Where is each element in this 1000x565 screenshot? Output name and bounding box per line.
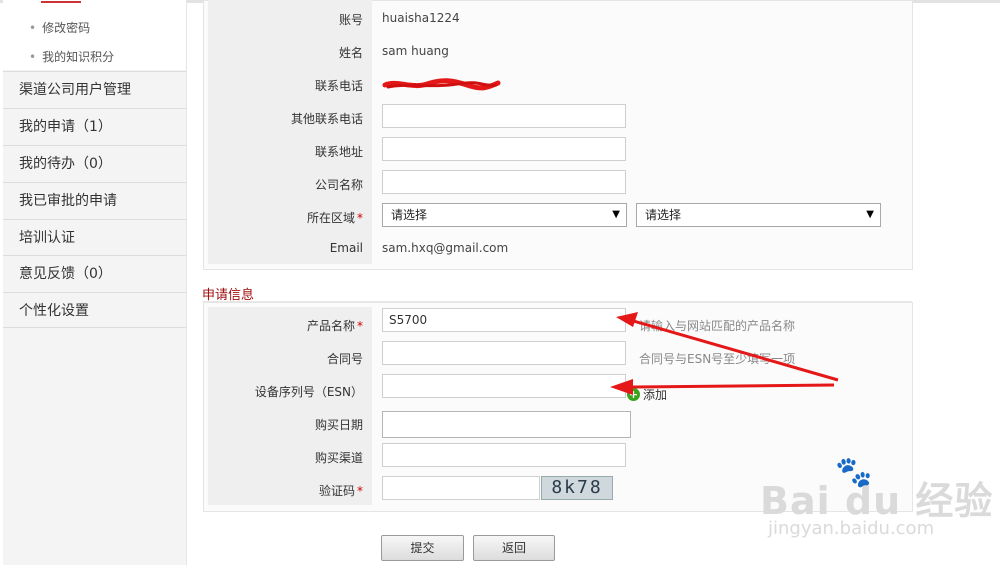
email-label: Email: [329, 241, 363, 255]
region-select-2[interactable]: 请选择 ▼: [636, 203, 881, 227]
sidebar-item-channel-users[interactable]: 渠道公司用户管理: [3, 71, 186, 107]
address-input[interactable]: [382, 137, 626, 161]
purchase-channel-label: 购买渠道: [314, 451, 363, 465]
address-label: 联系地址: [314, 145, 363, 159]
name-value: sam huang: [382, 44, 449, 58]
company-input[interactable]: [382, 170, 626, 194]
sidebar-item-feedback[interactable]: 意见反馈（0）: [3, 255, 186, 291]
region-label: 所在区域 *: [203, 209, 363, 226]
sidebar-item-label: 渠道公司用户管理: [19, 82, 131, 98]
paw-icon: 🐾: [835, 455, 873, 490]
sidebar-item-my-todo[interactable]: 我的待办（0）: [3, 145, 186, 181]
esn-input[interactable]: [382, 374, 626, 398]
sidebar-item-training[interactable]: 培训认证: [3, 219, 186, 255]
account-value: huaisha1224: [382, 11, 460, 25]
sidebar-item-label: 培训认证: [19, 230, 75, 246]
dropdown-arrow-icon: ▼: [866, 209, 874, 220]
email-value: sam.hxq@gmail.com: [382, 241, 509, 255]
phone-redaction-scribble: [382, 78, 501, 91]
captcha-image[interactable]: 8k78: [541, 476, 613, 500]
captcha-label: 验证码 *: [203, 482, 363, 499]
region-select-2-value: 请选择: [645, 208, 682, 222]
annotation-arrows: [610, 312, 839, 395]
account-label: 账号: [338, 13, 363, 27]
sidebar-item-my-applications[interactable]: 我的申请（1）: [3, 108, 186, 144]
other-phone-input[interactable]: [382, 104, 626, 128]
sidebar-sub-item-change-password[interactable]: • 修改密码: [29, 19, 90, 36]
required-asterisk: *: [357, 211, 363, 225]
sidebar-item-label: 个性化设置: [19, 303, 89, 319]
required-asterisk: *: [357, 319, 363, 333]
product-input[interactable]: S5700: [382, 308, 626, 332]
sidebar-item-label: 我的待办（0）: [19, 156, 112, 172]
region-label-text: 所在区域: [306, 211, 355, 225]
sidebar-sub-item-label: 我的知识积分: [42, 50, 115, 64]
watermark-url: jingyan.baidu.com: [768, 518, 935, 539]
contract-input[interactable]: [382, 341, 626, 365]
sidebar-item-approved[interactable]: 我已审批的申请: [3, 182, 186, 218]
contract-label: 合同号: [326, 352, 363, 366]
phone-label: 联系电话: [314, 79, 363, 93]
other-phone-label: 其他联系电话: [290, 112, 363, 126]
sidebar-sub-item-label: 修改密码: [42, 21, 91, 35]
submit-button[interactable]: 提交: [381, 535, 464, 561]
company-label: 公司名称: [314, 178, 363, 192]
sidebar-item-personal-settings[interactable]: 个性化设置: [3, 292, 186, 328]
dropdown-arrow-icon: ▼: [612, 209, 620, 220]
sidebar-sub-item-knowledge-points[interactable]: • 我的知识积分: [29, 48, 114, 65]
purchase-channel-input[interactable]: [382, 443, 626, 467]
name-label: 姓名: [338, 46, 363, 60]
watermark-brand: Bai du 经验: [760, 479, 994, 523]
region-select-1[interactable]: 请选择 ▼: [382, 203, 627, 227]
purchase-date-label: 购买日期: [314, 418, 363, 432]
sidebar-submenu: • 修改密码 • 我的知识积分: [3, 0, 186, 70]
captcha-input[interactable]: [382, 476, 540, 500]
esn-label: 设备序列号（ESN）: [254, 385, 363, 399]
product-label-text: 产品名称: [306, 319, 355, 333]
region-select-1-value: 请选择: [391, 208, 428, 222]
required-asterisk: *: [357, 484, 363, 498]
sidebar-item-label: 我的申请（1）: [19, 119, 112, 135]
back-button[interactable]: 返回: [473, 535, 555, 561]
application-label-column: [208, 307, 372, 505]
captcha-label-text: 验证码: [318, 484, 355, 498]
sidebar: • 修改密码 • 我的知识积分 渠道公司用户管理 我的申请（1） 我的待办（0） 我…: [3, 0, 187, 565]
purchase-date-input[interactable]: [382, 411, 631, 438]
sidebar-item-label: 意见反馈（0）: [19, 266, 112, 282]
cropped-active-item: [41, 0, 81, 3]
sidebar-item-label: 我已审批的申请: [19, 193, 117, 209]
product-label: 产品名称 *: [203, 317, 363, 334]
